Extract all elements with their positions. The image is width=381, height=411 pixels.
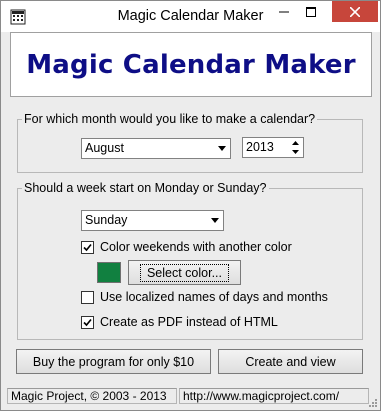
copyright-text: Magic Project, © 2003 - 2013 [7, 388, 177, 404]
month-group-legend: For which month would you like to make a… [22, 112, 318, 126]
year-spinner[interactable]: 2013 [242, 137, 304, 158]
pdf-output-label: Create as PDF instead of HTML [100, 315, 278, 329]
checkmark-icon [83, 318, 92, 326]
chevron-down-icon[interactable] [206, 211, 223, 230]
create-and-view-button[interactable]: Create and view [218, 349, 363, 374]
status-bar: Magic Project, © 2003 - 2013 http://www.… [1, 384, 380, 410]
spin-up-icon[interactable] [288, 138, 303, 148]
weekend-color-swatch [97, 262, 121, 283]
title-bar[interactable]: Magic Calendar Maker [1, 1, 380, 32]
buy-program-button[interactable]: Buy the program for only $10 [16, 349, 211, 374]
month-select[interactable]: August [81, 138, 231, 159]
week-start-value: Sunday [85, 213, 128, 227]
maximize-icon [305, 7, 316, 17]
week-group-legend: Should a week start on Monday or Sunday? [22, 181, 269, 195]
resize-grip-icon[interactable] [368, 398, 378, 408]
color-weekends-checkbox[interactable] [81, 240, 94, 254]
pdf-output-checkbox[interactable] [81, 315, 94, 329]
minimize-button[interactable] [270, 1, 297, 23]
website-url[interactable]: http://www.magicproject.com/ [179, 388, 369, 404]
localized-names-label: Use localized names of days and months [100, 290, 328, 304]
month-select-value: August [85, 141, 124, 155]
checkmark-icon [83, 243, 92, 251]
color-weekends-label: Color weekends with another color [100, 240, 292, 254]
close-icon [350, 6, 360, 17]
spin-down-icon[interactable] [288, 148, 303, 158]
maximize-button[interactable] [297, 1, 324, 23]
minimize-icon [278, 11, 289, 13]
banner-title: Magic Calendar Maker [26, 50, 356, 80]
chevron-down-icon[interactable] [213, 139, 230, 158]
color-weekends-option[interactable]: Color weekends with another color [81, 240, 292, 254]
app-banner: Magic Calendar Maker [10, 32, 372, 97]
localized-names-option[interactable]: Use localized names of days and months [81, 290, 328, 304]
buy-program-label: Buy the program for only $10 [32, 354, 195, 369]
app-window: Magic Calendar Maker Magic Calendar Make… [0, 0, 381, 411]
select-color-button[interactable]: Select color... [128, 260, 241, 285]
close-button[interactable] [332, 1, 378, 22]
localized-names-checkbox[interactable] [81, 290, 94, 304]
select-color-label: Select color... [139, 263, 230, 282]
year-value[interactable]: 2013 [246, 140, 274, 154]
week-start-select[interactable]: Sunday [81, 210, 224, 231]
create-and-view-label: Create and view [245, 354, 336, 369]
pdf-output-option[interactable]: Create as PDF instead of HTML [81, 315, 278, 329]
